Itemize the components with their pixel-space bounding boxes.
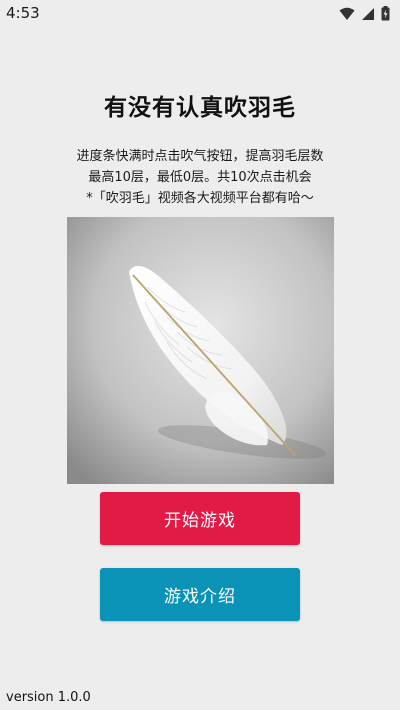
description-line-1: 进度条快满时点击吹气按钮，提高羽毛层数 <box>76 149 324 164</box>
description-line-2: 最高10层，最低0层。共10次点击机会 <box>88 170 312 185</box>
status-time: 4:53 <box>6 4 40 22</box>
description-line-3: *「吹羽毛」视频各大视频平台都有哈～ <box>86 191 314 206</box>
status-icons <box>339 6 390 21</box>
signal-icon <box>362 7 374 20</box>
start-game-button[interactable]: 开始游戏 <box>100 492 300 545</box>
battery-charging-icon <box>381 6 390 21</box>
wifi-icon <box>339 7 355 20</box>
version-label: version 1.0.0 <box>6 690 91 705</box>
page-title: 有没有认真吹羽毛 <box>104 95 296 121</box>
game-description: 进度条快满时点击吹气按钮，提高羽毛层数 最高10层，最低0层。共10次点击机会 … <box>0 146 400 209</box>
game-intro-button[interactable]: 游戏介绍 <box>100 568 300 621</box>
status-bar: 4:53 <box>0 0 400 28</box>
white-feather-image <box>67 217 334 484</box>
